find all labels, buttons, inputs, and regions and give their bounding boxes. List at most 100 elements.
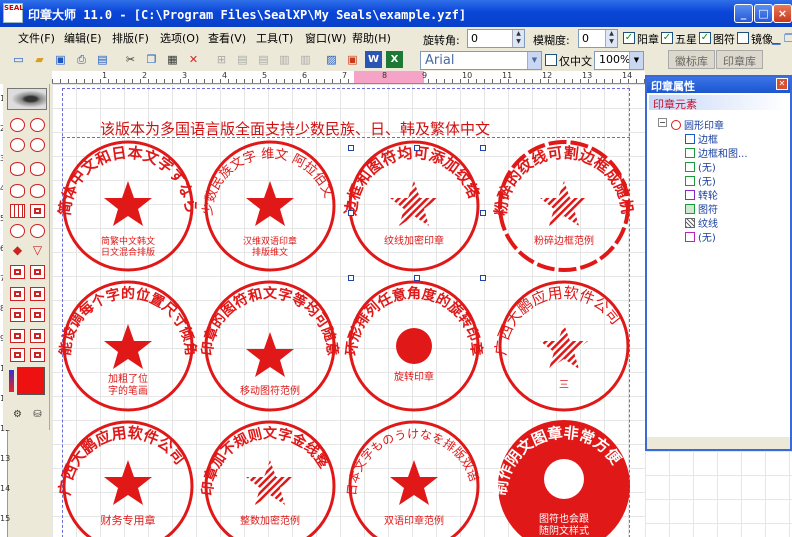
paste-icon[interactable]: ▦ xyxy=(164,51,181,68)
save-icon[interactable]: ▣ xyxy=(52,51,69,68)
rect-wide-icon[interactable] xyxy=(10,348,25,362)
stamp-icon[interactable]: ⛁ xyxy=(29,406,46,423)
app-icon[interactable]: SEAL xyxy=(3,3,24,23)
rect-split-icon[interactable] xyxy=(10,308,25,322)
rect-frame-2-icon[interactable] xyxy=(30,329,45,343)
new-icon[interactable]: ▭ xyxy=(10,51,27,68)
cut-icon[interactable]: ✂ xyxy=(122,51,139,68)
print-icon[interactable]: ▤ xyxy=(94,51,111,68)
mirror-checkbox[interactable] xyxy=(737,32,749,44)
seal-rotate[interactable]: 环形排列任意角度的旋转印章 旋转印章 xyxy=(344,280,486,412)
selection-handle[interactable] xyxy=(480,145,486,151)
selection-handle[interactable] xyxy=(348,145,354,151)
zoom-select[interactable]: 100% ▼ xyxy=(594,51,644,70)
selection-handle[interactable] xyxy=(480,210,486,216)
seal-bilingual[interactable]: 日本文字ものうけなを排版双语 双语印章范例 xyxy=(345,420,481,537)
close-icon[interactable]: ✕ xyxy=(776,78,788,90)
menu-file[interactable]: 文件(F) xyxy=(18,30,55,46)
menu-help[interactable]: 帮助(H) xyxy=(352,30,391,46)
tree-item-border[interactable]: 边框 xyxy=(685,131,718,146)
tab-seal-library[interactable]: 印章库 xyxy=(716,50,763,69)
seal-move[interactable]: 印章的图符和文字等均可随意移动 移动图符范例 xyxy=(52,84,341,412)
square-grid-2-icon[interactable] xyxy=(30,265,45,279)
menu-options[interactable]: 选项(O) xyxy=(160,30,199,46)
maximize-button[interactable]: □ xyxy=(754,4,773,23)
tab-logo-library[interactable]: 徽标库 xyxy=(668,50,715,69)
selection-handle[interactable] xyxy=(414,275,420,281)
seal-irregular[interactable]: 印章加不规则文字金线整 整数加密范例 xyxy=(199,420,336,537)
tree-item-hatch[interactable]: 纹线 xyxy=(685,215,718,230)
selection-handle[interactable] xyxy=(414,145,420,151)
align-bottom-icon[interactable]: ▥ xyxy=(297,51,314,68)
chevron-down-icon[interactable]: ▼ xyxy=(629,52,643,69)
open-icon[interactable]: ▰ xyxy=(31,51,48,68)
seal-color-swatch[interactable] xyxy=(17,367,45,395)
tree-item-text-2[interactable]: (无) xyxy=(685,173,716,188)
excel-icon[interactable]: X xyxy=(386,51,403,68)
title-bar[interactable]: SEAL 印章大师 11.0 - [C:\Program Files\SealX… xyxy=(0,0,792,27)
image-icon[interactable]: ▨ xyxy=(323,51,340,68)
rect-frame-icon[interactable] xyxy=(10,329,25,343)
tree-collapse-icon[interactable]: − xyxy=(658,118,667,127)
oval-text-icon[interactable] xyxy=(30,184,45,198)
align-left-icon[interactable]: ▤ xyxy=(234,51,251,68)
oval-double-icon[interactable] xyxy=(30,162,45,176)
print-preview-icon[interactable]: ⎙ xyxy=(73,51,90,68)
circle-star-icon[interactable] xyxy=(10,138,25,152)
chevron-down-icon[interactable]: ▼ xyxy=(527,52,541,69)
tree-root[interactable]: 圆形印章 xyxy=(671,117,724,132)
word-icon[interactable]: W xyxy=(365,51,382,68)
restore-icon[interactable]: ▁ ❐ ✕ xyxy=(772,32,792,45)
menu-window[interactable]: 窗口(W) xyxy=(305,30,346,46)
oval-line-icon[interactable] xyxy=(10,184,25,198)
rect-split-2-icon[interactable] xyxy=(30,308,45,322)
menu-layout[interactable]: 排版(F) xyxy=(112,30,149,46)
rect-wide-2-icon[interactable] xyxy=(30,348,45,362)
diamond-icon[interactable]: ◆ xyxy=(10,244,25,258)
square-seal-icon[interactable] xyxy=(30,204,45,218)
circle-double-icon[interactable] xyxy=(30,118,45,132)
eye-icon[interactable] xyxy=(7,88,47,110)
rect-vertical-icon[interactable] xyxy=(10,287,25,301)
only-chinese-checkbox[interactable] xyxy=(545,54,557,66)
font-select[interactable]: Arial ▼ xyxy=(420,51,542,70)
small-ring-icon[interactable] xyxy=(30,224,45,238)
selection-handle[interactable] xyxy=(348,210,354,216)
blur-spinner[interactable]: 0 ▲ ▼ xyxy=(578,29,618,48)
rotate-spinner[interactable]: 0 ▲ ▼ xyxy=(467,29,525,48)
seal-negative[interactable]: 制作阴文图章非常方便 图符也会跟随阴文样式 xyxy=(492,420,630,537)
align-right-icon[interactable]: ▤ xyxy=(255,51,272,68)
tree-item-border-text[interactable]: 边框和图... xyxy=(685,145,748,160)
yang-checkbox[interactable]: ✓ xyxy=(623,32,635,44)
seal-uyghur[interactable]: 少数民族文字 维文 阿拉伯文 汉维双语印章排版维文 xyxy=(201,140,336,272)
tree-item-wheel[interactable]: 转轮 xyxy=(685,187,718,202)
rect-horizontal-icon[interactable] xyxy=(30,287,45,301)
symbol-checkbox[interactable]: ✓ xyxy=(699,32,711,44)
square-grid-icon[interactable] xyxy=(10,265,25,279)
selection-handle[interactable] xyxy=(480,275,486,281)
seal-finance[interactable]: 广西大鹏应用软件公司 财务专用章 xyxy=(56,420,194,537)
tree-item-symbol[interactable]: 图符 xyxy=(685,201,718,216)
minimize-button[interactable]: _ xyxy=(734,4,753,23)
gradient-bar[interactable] xyxy=(9,370,14,392)
oval-icon[interactable] xyxy=(10,162,25,176)
tree-item-text-1[interactable]: (无) xyxy=(685,159,716,174)
menu-view[interactable]: 查看(V) xyxy=(208,30,246,46)
small-circle-icon[interactable] xyxy=(10,224,25,238)
menu-tools[interactable]: 工具(T) xyxy=(256,30,293,46)
seal-multilingual[interactable]: 简体中文和日本文字すならの繁體中文 简繁中文韩文日文混合排版 xyxy=(52,84,200,272)
star-checkbox[interactable]: ✓ xyxy=(661,32,673,44)
menu-edit[interactable]: 编辑(E) xyxy=(64,30,102,46)
circle-seal-icon[interactable] xyxy=(10,118,25,132)
align-top-icon[interactable]: ▥ xyxy=(276,51,293,68)
spinner-arrows-icon[interactable]: ▲ ▼ xyxy=(512,30,524,47)
grid-seal-icon[interactable] xyxy=(10,204,25,218)
seal-dapeng-1[interactable]: 广西大鹏应用软件公司 三 xyxy=(492,280,630,412)
seal-hatch[interactable]: 边框和图符均可添加纹络 纹线加密印章 xyxy=(342,140,483,272)
delete-icon[interactable]: ✕ xyxy=(185,51,202,68)
tree-item-number[interactable]: (无) xyxy=(685,229,716,244)
tools-icon[interactable]: ⚙ xyxy=(9,406,26,423)
export-icon[interactable]: ▣ xyxy=(344,51,361,68)
selection-handle[interactable] xyxy=(348,275,354,281)
circle-ring-icon[interactable] xyxy=(30,138,45,152)
